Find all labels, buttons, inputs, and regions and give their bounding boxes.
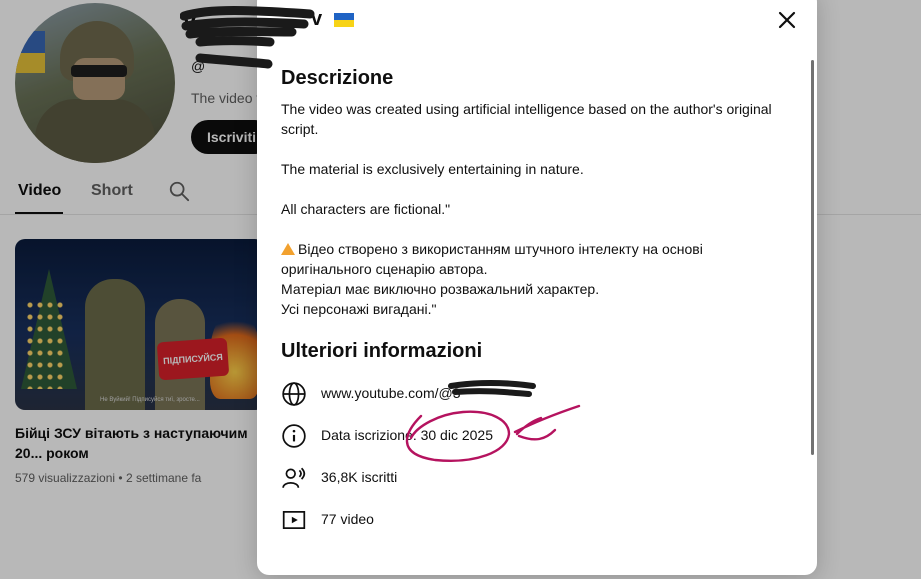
description-line: The video was created using artificial i… xyxy=(281,101,772,117)
description-line: Усі персонажі вигадані." xyxy=(281,301,437,317)
description-line: Матеріал має виключно розважальний харак… xyxy=(281,281,600,297)
ukraine-flag-icon xyxy=(333,12,354,27)
description-line: Відео створено з використанням штучного … xyxy=(298,241,703,257)
description-heading: Descrizione xyxy=(281,67,394,89)
dialog-channel-name: v xyxy=(311,8,354,31)
warning-icon xyxy=(281,243,295,255)
video-play-icon xyxy=(282,511,306,529)
description-line-warning: Відео створено з використанням штучного … xyxy=(281,239,703,259)
description-line: The material is exclusively entertaining… xyxy=(281,161,584,177)
globe-icon xyxy=(282,382,306,406)
subscribers-icon xyxy=(282,467,306,488)
video-count: 77 video xyxy=(321,511,374,527)
about-dialog: v Descrizione The video was created usin… xyxy=(257,0,817,575)
close-icon[interactable] xyxy=(775,8,799,32)
dialog-scrollbar[interactable] xyxy=(811,60,814,455)
more-info-heading: Ulteriori informazioni xyxy=(281,340,483,362)
description-line: оригінального сценарію автора. xyxy=(281,261,488,277)
description-line: script. xyxy=(281,121,319,137)
dialog-channel-name-text: v xyxy=(311,8,323,30)
channel-url-link[interactable]: www.youtube.com/@3 xyxy=(321,385,461,401)
info-icon xyxy=(282,424,306,448)
join-date: Data iscrizione: 30 dic 2025 xyxy=(321,427,493,443)
description-line: All characters are fictional." xyxy=(281,201,451,217)
subscriber-count: 36,8K iscritti xyxy=(321,469,398,485)
